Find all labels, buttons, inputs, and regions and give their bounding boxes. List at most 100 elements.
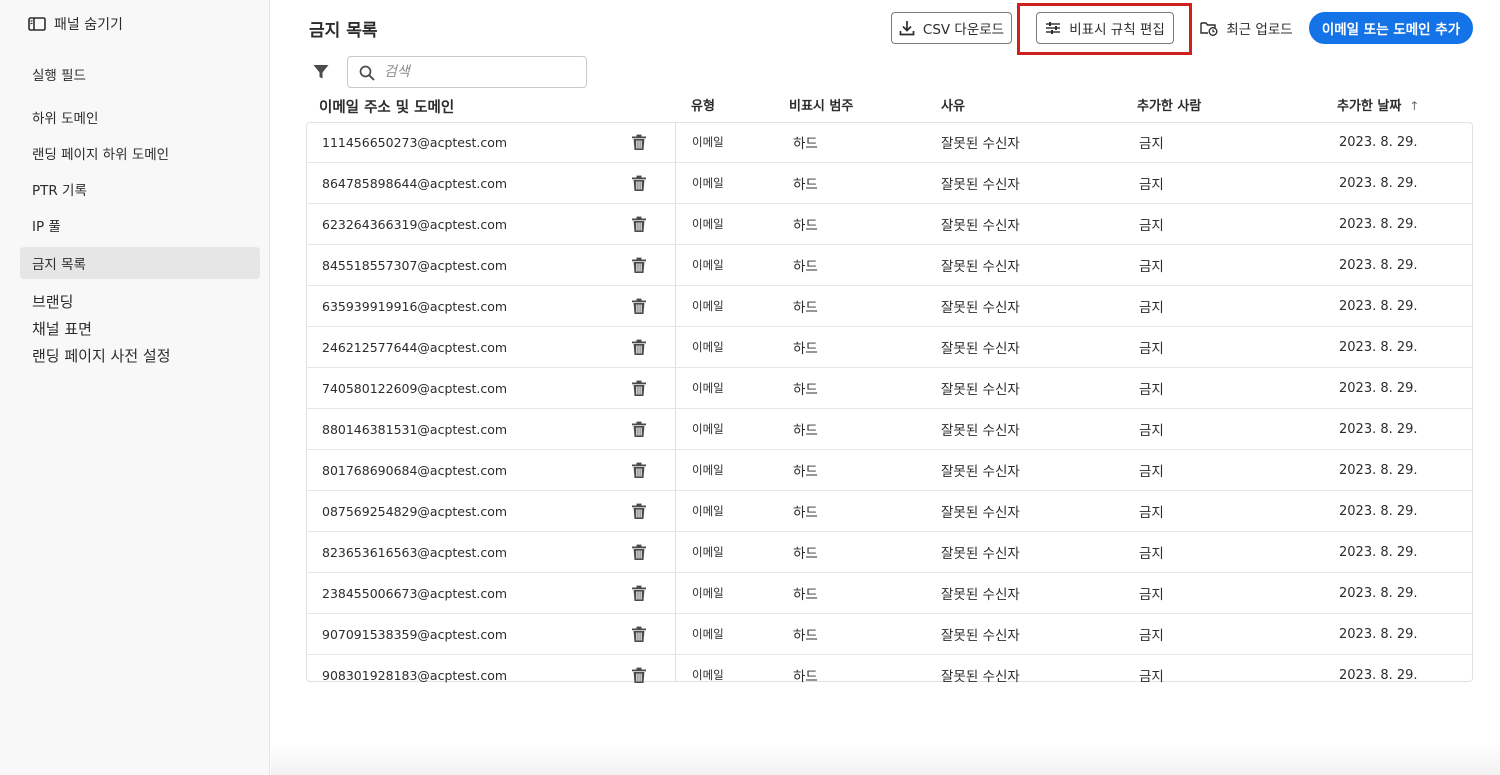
- added-date-cell: 2023. 8. 29.: [1339, 134, 1418, 150]
- reason-cell: 잘못된 수신자: [941, 218, 1020, 234]
- added-date-cell: 2023. 8. 29.: [1339, 257, 1418, 273]
- column-header-type[interactable]: 유형: [691, 95, 715, 114]
- added-date-cell: 2023. 8. 29.: [1339, 585, 1418, 601]
- added-by-cell: 금지: [1139, 546, 1164, 562]
- search-field[interactable]: [347, 56, 587, 88]
- sidebar-item-subdomains[interactable]: 하위 도메인: [20, 101, 260, 133]
- sidebar-item-label: 랜딩 페이지 하위 도메인: [32, 147, 170, 163]
- add-email-or-domain-button[interactable]: 이메일 또는 도메인 추가: [1309, 12, 1473, 44]
- reason-cell: 잘못된 수신자: [941, 628, 1020, 644]
- trash-icon[interactable]: [631, 491, 647, 531]
- column-header-category[interactable]: 비표시 범주: [789, 95, 853, 114]
- add-email-or-domain-label: 이메일 또는 도메인 추가: [1321, 22, 1461, 38]
- table-row[interactable]: 864785898644@acptest.com 이메일 하드 잘못된 수신자 금지 20…: [307, 163, 1472, 204]
- added-by-cell: 금지: [1139, 300, 1164, 316]
- table-row[interactable]: 845518557307@acptest.com 이메일 하드 잘못된 수신자 금지 20…: [307, 245, 1472, 286]
- folder-clock-icon: [1200, 22, 1218, 36]
- column-header-reason[interactable]: 사유: [941, 95, 965, 114]
- reason-cell: 잘못된 수신자: [941, 505, 1020, 521]
- recent-uploads-label: 최근 업로드: [1226, 22, 1293, 38]
- trash-icon[interactable]: [631, 163, 647, 203]
- email-cell: 845518557307@acptest.com: [322, 257, 508, 273]
- type-cell: 이메일: [692, 258, 724, 272]
- sidebar-group-branding[interactable]: 브랜딩: [32, 291, 73, 312]
- sidebar-item-label: 실행 필드: [32, 68, 86, 84]
- trash-icon[interactable]: [631, 122, 647, 162]
- sidebar-item-label: IP 풀: [32, 219, 61, 235]
- trash-icon[interactable]: [631, 532, 647, 572]
- filter-icon[interactable]: [313, 64, 329, 80]
- trash-icon[interactable]: [631, 655, 647, 695]
- panel-icon: [28, 17, 46, 31]
- sidebar-item-landing-page-subdomains[interactable]: 랜딩 페이지 하위 도메인: [20, 137, 260, 169]
- csv-download-button[interactable]: CSV 다운로드: [891, 12, 1012, 44]
- email-cell: 823653616563@acptest.com: [322, 544, 508, 560]
- sidebar-item-ip-pools[interactable]: IP 풀: [20, 209, 260, 241]
- email-cell: 907091538359@acptest.com: [322, 626, 508, 642]
- added-date-cell: 2023. 8. 29.: [1339, 216, 1418, 232]
- recent-uploads-button[interactable]: 최근 업로드: [1192, 12, 1301, 44]
- sidebar-item-ptr-records[interactable]: PTR 기록: [20, 173, 260, 205]
- arrow-up-icon[interactable]: ↑: [1409, 99, 1419, 113]
- added-date-cell: 2023. 8. 29.: [1339, 667, 1418, 683]
- trash-icon[interactable]: [631, 204, 647, 244]
- table-row[interactable]: 635939919916@acptest.com 이메일 하드 잘못된 수신자 금지 20…: [307, 286, 1472, 327]
- sidebar-group-landing-page-presets[interactable]: 랜딩 페이지 사전 설정: [32, 345, 171, 366]
- reason-cell: 잘못된 수신자: [941, 382, 1020, 398]
- reason-cell: 잘못된 수신자: [941, 587, 1020, 603]
- trash-icon[interactable]: [631, 450, 647, 490]
- email-cell: 740580122609@acptest.com: [322, 380, 508, 396]
- trash-icon[interactable]: [631, 573, 647, 613]
- added-by-cell: 금지: [1139, 218, 1164, 234]
- sidebar-item-label: 금지 목록: [32, 257, 86, 273]
- trash-icon[interactable]: [631, 614, 647, 654]
- email-cell: 801768690684@acptest.com: [322, 462, 508, 478]
- hide-panel-button[interactable]: 패널 숨기기: [28, 14, 123, 34]
- added-date-cell: 2023. 8. 29.: [1339, 380, 1418, 396]
- search-input[interactable]: [382, 63, 576, 81]
- added-by-cell: 금지: [1139, 628, 1164, 644]
- added-date-cell: 2023. 8. 29.: [1339, 175, 1418, 191]
- added-date-cell: 2023. 8. 29.: [1339, 298, 1418, 314]
- sidebar-item-execution-fields[interactable]: 실행 필드: [20, 58, 260, 90]
- category-cell: 하드: [793, 300, 818, 316]
- reason-cell: 잘못된 수신자: [941, 177, 1020, 193]
- reason-cell: 잘못된 수신자: [941, 546, 1020, 562]
- table-row[interactable]: 623264366319@acptest.com 이메일 하드 잘못된 수신자 금지 20…: [307, 204, 1472, 245]
- trash-icon[interactable]: [631, 286, 647, 326]
- table-row[interactable]: 908301928183@acptest.com 이메일 하드 잘못된 수신자 금지 20…: [307, 655, 1472, 696]
- category-cell: 하드: [793, 505, 818, 521]
- added-by-cell: 금지: [1139, 341, 1164, 357]
- sidebar: 패널 숨기기 실행 필드 하위 도메인 랜딩 페이지 하위 도메인 PTR 기록…: [0, 0, 270, 775]
- table-row[interactable]: 087569254829@acptest.com 이메일 하드 잘못된 수신자 금지 20…: [307, 491, 1472, 532]
- trash-icon[interactable]: [631, 409, 647, 449]
- column-header-added-by[interactable]: 추가한 사람: [1137, 95, 1201, 114]
- sidebar-item-suppression-list[interactable]: 금지 목록: [20, 247, 260, 279]
- table-row[interactable]: 111456650273@acptest.com 이메일 하드 잘못된 수신자 금지 20…: [307, 122, 1472, 163]
- column-header-email[interactable]: 이메일 주소 및 도메인: [319, 96, 454, 117]
- type-cell: 이메일: [692, 217, 724, 231]
- trash-icon[interactable]: [631, 368, 647, 408]
- trash-icon[interactable]: [631, 245, 647, 285]
- email-cell: 623264366319@acptest.com: [322, 216, 508, 232]
- category-cell: 하드: [793, 136, 818, 152]
- download-icon: [899, 21, 915, 36]
- column-header-added-date[interactable]: 추가한 날짜 ↑: [1337, 95, 1419, 114]
- sidebar-group-channel-surfaces[interactable]: 채널 표면: [32, 318, 92, 339]
- table-row[interactable]: 246212577644@acptest.com 이메일 하드 잘못된 수신자 금지 20…: [307, 327, 1472, 368]
- reason-cell: 잘못된 수신자: [941, 464, 1020, 480]
- email-cell: 864785898644@acptest.com: [322, 175, 508, 191]
- table-row[interactable]: 880146381531@acptest.com 이메일 하드 잘못된 수신자 금지 20…: [307, 409, 1472, 450]
- trash-icon[interactable]: [631, 327, 647, 367]
- table-row[interactable]: 823653616563@acptest.com 이메일 하드 잘못된 수신자 금지 20…: [307, 532, 1472, 573]
- table-row[interactable]: 801768690684@acptest.com 이메일 하드 잘못된 수신자 금지 20…: [307, 450, 1472, 491]
- type-cell: 이메일: [692, 586, 724, 600]
- category-cell: 하드: [793, 423, 818, 439]
- table-row[interactable]: 740580122609@acptest.com 이메일 하드 잘못된 수신자 금지 20…: [307, 368, 1472, 409]
- suppression-table: 111456650273@acptest.com 이메일 하드 잘못된 수신자 금지 20…: [306, 122, 1473, 685]
- email-cell: 111456650273@acptest.com: [322, 134, 508, 150]
- reason-cell: 잘못된 수신자: [941, 259, 1020, 275]
- table-row[interactable]: 907091538359@acptest.com 이메일 하드 잘못된 수신자 금지 20…: [307, 614, 1472, 655]
- table-row[interactable]: 238455006673@acptest.com 이메일 하드 잘못된 수신자 금지 20…: [307, 573, 1472, 614]
- added-by-cell: 금지: [1139, 136, 1164, 152]
